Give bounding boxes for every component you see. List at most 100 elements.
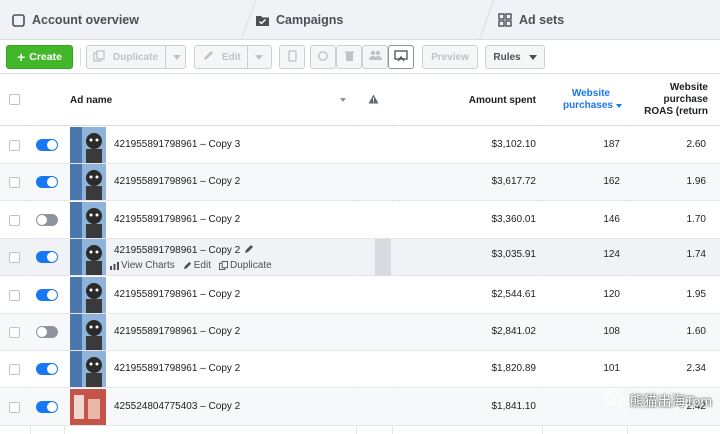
ad-thumbnail xyxy=(70,314,106,350)
row-checkbox[interactable] xyxy=(9,252,20,263)
ad-status-toggle[interactable] xyxy=(36,363,58,375)
split-divider xyxy=(165,46,166,68)
duplicate-label: Duplicate xyxy=(113,51,159,63)
watermark: 熊猫出海Tom xyxy=(603,390,712,411)
trash-icon xyxy=(344,50,355,65)
column-label: Website xyxy=(669,82,708,93)
duplicate-button[interactable]: Duplicate xyxy=(86,45,186,69)
roas-value: 1.70 xyxy=(686,214,706,225)
watermark-text: 熊猫出海Tom xyxy=(629,392,712,409)
ad-name-link[interactable]: 421955891798961 – Copy 2 xyxy=(114,289,240,300)
ad-status-toggle[interactable] xyxy=(36,326,58,338)
tab-ad-sets[interactable]: Ad sets xyxy=(497,0,564,40)
column-header-website-purchases[interactable]: Website purchases xyxy=(546,74,622,126)
column-label: purchase xyxy=(663,94,708,105)
ad-status-toggle[interactable] xyxy=(36,401,58,413)
test-button[interactable] xyxy=(279,45,305,69)
ad-name-link[interactable]: 421955891798961 – Copy 2 xyxy=(114,176,240,187)
folder-check-icon xyxy=(254,12,270,28)
chevron-down-icon[interactable] xyxy=(255,55,263,60)
ad-name-link[interactable]: 425524804775403 – Copy 2 xyxy=(114,401,240,412)
row-actions: View Charts Edit Duplicate xyxy=(110,260,272,271)
table-row[interactable]: 421955891798961 – Copy 2 $3,617.72 162 1… xyxy=(0,164,720,201)
edit-label: Edit xyxy=(222,51,241,63)
create-label: Create xyxy=(29,51,62,63)
ad-status-toggle[interactable] xyxy=(36,214,58,226)
amount-spent-value: $1,841.10 xyxy=(491,401,537,412)
table-row[interactable]: 421955891798961 – Copy 2 $1,820.89 101 2… xyxy=(0,351,720,388)
edit-action[interactable]: Edit xyxy=(183,260,211,271)
tab-label: Account overview xyxy=(32,13,139,27)
ad-name-link[interactable]: 421955891798961 – Copy 2 xyxy=(114,245,240,256)
roas-value: 1.60 xyxy=(686,326,706,337)
ad-name-link[interactable]: 421955891798961 – Copy 3 xyxy=(114,139,240,150)
table-row[interactable]: 421955891798961 – Copy 2 View Charts Edi… xyxy=(0,239,720,276)
toolbar: + Create Duplicate Edit Preview Rules xyxy=(0,40,720,74)
duplicate-icon xyxy=(218,261,228,270)
row-checkbox[interactable] xyxy=(9,402,20,413)
chevron-down-icon[interactable] xyxy=(340,98,346,102)
ad-name-link[interactable]: 421955891798961 – Copy 2 xyxy=(114,214,240,225)
create-button[interactable]: + Create xyxy=(6,45,73,69)
rename-pencil-icon[interactable] xyxy=(244,244,254,257)
audience-button[interactable] xyxy=(362,45,388,69)
refresh-button[interactable] xyxy=(310,45,336,69)
tab-label: Ad sets xyxy=(519,13,565,27)
select-all-checkbox[interactable] xyxy=(9,94,20,105)
roas-value: 2.60 xyxy=(686,139,706,150)
tab-account-overview[interactable]: Account overview xyxy=(10,0,139,40)
ad-name-link[interactable]: 421955891798961 – Copy 2 xyxy=(114,326,240,337)
column-header-amount-spent[interactable]: Amount spent xyxy=(400,74,536,126)
website-purchases-value: 187 xyxy=(603,139,620,150)
ad-thumbnail xyxy=(70,164,106,200)
people-icon xyxy=(368,50,382,64)
website-purchases-value: 101 xyxy=(603,363,620,374)
ad-thumbnail xyxy=(70,351,106,387)
preview-button[interactable]: Preview xyxy=(422,45,478,69)
table-row[interactable]: 421955891798961 – Copy 2 $3,360.01 146 1… xyxy=(0,202,720,239)
view-charts-action[interactable]: View Charts xyxy=(110,260,175,271)
website-purchases-value: 162 xyxy=(603,176,620,187)
ad-status-toggle[interactable] xyxy=(36,289,58,301)
scroll-handle[interactable] xyxy=(375,239,391,276)
rules-label: Rules xyxy=(493,51,521,63)
edit-button[interactable]: Edit xyxy=(194,45,272,69)
square-icon xyxy=(10,12,26,28)
flask-icon xyxy=(287,49,298,65)
sort-desc-icon[interactable] xyxy=(616,104,622,108)
ad-status-toggle[interactable] xyxy=(36,251,58,263)
ad-name-link[interactable]: 421955891798961 – Copy 2 xyxy=(114,363,240,374)
ad-thumbnail xyxy=(70,277,106,313)
row-checkbox[interactable] xyxy=(9,140,20,151)
row-checkbox[interactable] xyxy=(9,177,20,188)
tab-campaigns[interactable]: Campaigns xyxy=(254,0,343,40)
export-button[interactable] xyxy=(388,45,414,69)
roas-value: 2.34 xyxy=(686,363,706,374)
column-header-roas[interactable]: Website purchase ROAS (return xyxy=(630,74,708,126)
row-checkbox[interactable] xyxy=(9,327,20,338)
ad-status-toggle[interactable] xyxy=(36,139,58,151)
ad-status-toggle[interactable] xyxy=(36,176,58,188)
column-header-delivery-warning[interactable] xyxy=(364,74,382,126)
navigation-tabs: Account overview Campaigns Ad sets xyxy=(0,0,720,40)
column-label: Ad name xyxy=(70,94,113,106)
website-purchases-value: 120 xyxy=(603,289,620,300)
ad-thumbnail xyxy=(70,389,106,425)
table-header: Ad name Amount spent Website purchases W… xyxy=(0,74,720,126)
column-header-ad-name[interactable]: Ad name xyxy=(70,74,350,126)
delete-button[interactable] xyxy=(336,45,362,69)
row-checkbox[interactable] xyxy=(9,364,20,375)
row-checkbox[interactable] xyxy=(9,290,20,301)
column-label: Website xyxy=(571,88,610,99)
rules-button[interactable]: Rules xyxy=(485,45,545,69)
amount-spent-value: $3,102.10 xyxy=(491,139,537,150)
chevron-down-icon[interactable] xyxy=(173,55,181,60)
row-checkbox[interactable] xyxy=(9,215,20,226)
bar-chart-icon xyxy=(110,261,119,270)
duplicate-action[interactable]: Duplicate xyxy=(218,260,272,271)
table-row[interactable]: 421955891798961 – Copy 3 $3,102.10 187 2… xyxy=(0,127,720,164)
website-purchases-value: 108 xyxy=(603,326,620,337)
table-row[interactable]: 421955891798961 – Copy 2 $2,841.02 108 1… xyxy=(0,314,720,351)
table-row[interactable]: 421955891798961 – Copy 2 $2,544.61 120 1… xyxy=(0,277,720,314)
amount-spent-value: $3,617.72 xyxy=(491,176,537,187)
